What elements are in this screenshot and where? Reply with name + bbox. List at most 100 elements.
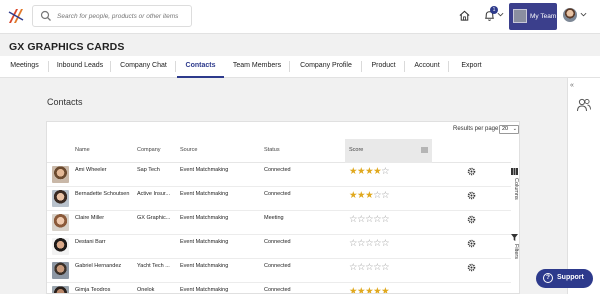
score-stars[interactable]: ☆☆☆☆☆ [349, 214, 390, 225]
tab-company-chat[interactable]: Company Chat [111, 56, 176, 78]
tab-export[interactable]: Export [449, 56, 494, 78]
gear-icon[interactable] [467, 239, 476, 248]
tab-team-members[interactable]: Team Members [224, 56, 290, 78]
star-filled-icon[interactable]: ★ [365, 286, 374, 294]
gear-icon[interactable] [467, 263, 476, 272]
contact-status: Connected [264, 191, 291, 197]
star-empty-icon[interactable]: ☆ [381, 238, 390, 249]
column-header-name[interactable]: Name [75, 147, 90, 153]
grid-header: Name Company Source Status Score [47, 139, 511, 163]
tab-contacts[interactable]: Contacts [177, 56, 224, 78]
star-empty-icon[interactable]: ☆ [357, 262, 366, 273]
star-empty-icon[interactable]: ☆ [373, 190, 382, 201]
contact-source: Event Matchmaking [180, 239, 229, 245]
star-empty-icon[interactable]: ☆ [381, 262, 390, 273]
column-menu-icon[interactable] [421, 147, 428, 153]
chevron-down-icon[interactable] [497, 11, 504, 18]
score-stars[interactable]: ★★★☆☆ [349, 190, 390, 201]
page-title: Contacts [47, 97, 83, 107]
star-filled-icon[interactable]: ★ [349, 190, 358, 201]
star-empty-icon[interactable]: ☆ [381, 214, 390, 225]
contact-avatar [52, 190, 69, 207]
global-search[interactable] [32, 5, 192, 27]
contact-company: Active Insur... [137, 191, 171, 197]
contact-name[interactable]: Gabriel Hernandez [75, 263, 133, 269]
star-empty-icon[interactable]: ☆ [365, 262, 374, 273]
tab-company-profile[interactable]: Company Profile [290, 56, 362, 78]
score-stars[interactable]: ☆☆☆☆☆ [349, 262, 390, 273]
user-menu-chevron-icon[interactable] [580, 11, 587, 18]
star-filled-icon[interactable]: ★ [357, 190, 366, 201]
star-filled-icon[interactable]: ★ [349, 286, 358, 294]
gear-icon[interactable] [467, 191, 476, 200]
score-stars[interactable]: ★★★★☆ [349, 166, 390, 177]
contact-name[interactable]: Destani Barr [75, 239, 133, 245]
help-icon: ? [543, 273, 553, 283]
star-filled-icon[interactable]: ★ [381, 286, 390, 294]
column-header-status[interactable]: Status [264, 147, 280, 153]
my-team-button[interactable]: My Team [509, 3, 557, 30]
star-empty-icon[interactable]: ☆ [373, 238, 382, 249]
contact-name[interactable]: Bernadette Schoutsen [75, 191, 133, 197]
table-row[interactable]: Destani Barr Event Matchmaking Connected… [47, 235, 511, 259]
results-per-page-value: 20 [502, 126, 509, 132]
star-filled-icon[interactable]: ★ [357, 166, 366, 177]
contact-source: Event Matchmaking [180, 191, 229, 197]
star-filled-icon[interactable]: ★ [357, 286, 366, 294]
table-row[interactable]: Gabriel Hernandez Yacht Tech ... Event M… [47, 259, 511, 283]
star-empty-icon[interactable]: ☆ [365, 238, 374, 249]
star-empty-icon[interactable]: ☆ [349, 214, 358, 225]
score-stars[interactable]: ★★★★★ [349, 286, 390, 294]
star-empty-icon[interactable]: ☆ [381, 190, 390, 201]
collapse-panel-icon[interactable]: « [570, 82, 574, 89]
star-filled-icon[interactable]: ★ [365, 190, 374, 201]
results-per-page-select[interactable]: 20 ⌄ [499, 125, 519, 134]
contacts-grid: Results per page: 20 ⌄ Name Company Sour… [46, 121, 520, 294]
user-avatar[interactable] [563, 8, 577, 22]
table-row[interactable]: Gimja Teodros Onelok Event Matchmaking C… [47, 283, 511, 294]
star-empty-icon[interactable]: ☆ [381, 166, 390, 177]
star-empty-icon[interactable]: ☆ [357, 238, 366, 249]
gear-icon[interactable] [467, 215, 476, 224]
table-row[interactable]: Claire Miller GX Graphic... Event Matchm… [47, 211, 511, 235]
table-row[interactable]: Bernadette Schoutsen Active Insur... Eve… [47, 187, 511, 211]
contact-company: Onelok [137, 287, 155, 293]
contact-avatar [52, 214, 69, 231]
gear-icon[interactable] [467, 167, 476, 176]
column-header-score-cell[interactable]: Score [345, 139, 432, 163]
star-filled-icon[interactable]: ★ [349, 166, 358, 177]
support-button[interactable]: ? Support [536, 269, 593, 288]
home-icon[interactable] [458, 9, 471, 22]
star-empty-icon[interactable]: ☆ [349, 238, 358, 249]
table-row[interactable]: Ami Wheeler Sap Tech Event Matchmaking C… [47, 163, 511, 187]
contact-source: Event Matchmaking [180, 263, 229, 269]
people-icon[interactable] [576, 98, 592, 112]
column-header-source[interactable]: Source [180, 147, 197, 153]
contact-status: Connected [264, 287, 291, 293]
contact-company: Yacht Tech ... [137, 263, 170, 269]
star-filled-icon[interactable]: ★ [373, 166, 382, 177]
star-empty-icon[interactable]: ☆ [373, 262, 382, 273]
grid-side-tabs: Columns Filters [510, 164, 520, 264]
column-header-company[interactable]: Company [137, 147, 161, 153]
search-input[interactable] [57, 9, 187, 23]
contact-name[interactable]: Gimja Teodros [75, 287, 133, 293]
score-stars[interactable]: ☆☆☆☆☆ [349, 238, 390, 249]
star-empty-icon[interactable]: ☆ [357, 214, 366, 225]
tab-account[interactable]: Account [405, 56, 449, 78]
company-logo-icon[interactable] [8, 8, 24, 24]
contact-name[interactable]: Claire Miller [75, 215, 133, 221]
team-thumbnail [513, 9, 527, 23]
star-empty-icon[interactable]: ☆ [365, 214, 374, 225]
tab-meetings[interactable]: Meetings [0, 56, 49, 78]
contact-company: GX Graphic... [137, 215, 171, 221]
star-empty-icon[interactable]: ☆ [349, 262, 358, 273]
star-filled-icon[interactable]: ★ [365, 166, 374, 177]
star-filled-icon[interactable]: ★ [373, 286, 382, 294]
star-empty-icon[interactable]: ☆ [373, 214, 382, 225]
tab-product[interactable]: Product [362, 56, 405, 78]
tab-inbound-leads[interactable]: Inbound Leads [49, 56, 111, 78]
columns-icon [511, 168, 518, 175]
contact-status: Connected [264, 263, 291, 269]
contact-name[interactable]: Ami Wheeler [75, 167, 133, 173]
